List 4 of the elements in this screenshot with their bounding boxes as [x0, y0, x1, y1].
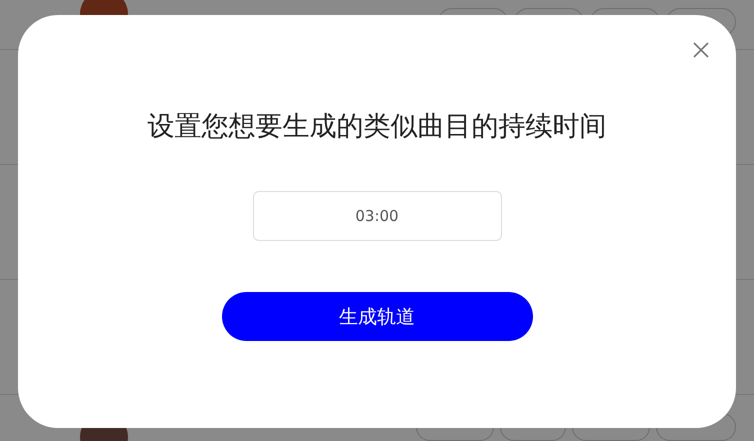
duration-field[interactable]: 03:00 [252, 191, 502, 241]
dialog-title: 设置您想要生成的类似曲目的持续时间 [148, 110, 606, 144]
generate-button[interactable]: 生成轨道 [222, 292, 532, 341]
close-icon[interactable] [692, 41, 710, 59]
